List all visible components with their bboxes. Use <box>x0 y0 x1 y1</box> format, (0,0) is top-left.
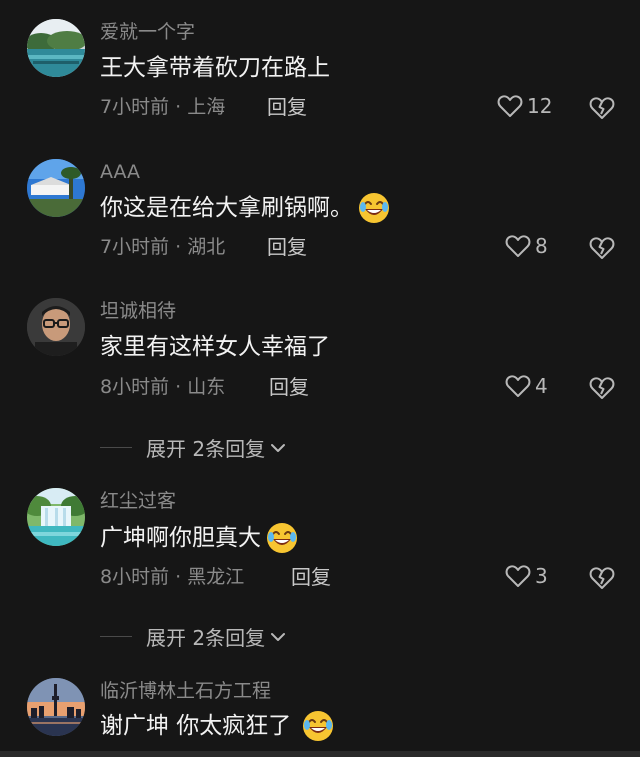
like-button[interactable]: 4 <box>505 374 548 398</box>
user-avatar[interactable] <box>27 19 85 77</box>
comment-text: 家里有这样女人幸福了 <box>100 332 330 362</box>
comment-meta: 7小时前 · 上海 <box>100 96 226 118</box>
expand-replies-button[interactable]: 展开 2条回复 <box>100 433 287 462</box>
city-tower-avatar-icon <box>27 678 85 736</box>
heart-outline-icon <box>497 95 523 117</box>
broken-heart-icon <box>589 567 615 589</box>
dislike-button[interactable] <box>589 96 615 124</box>
like-button[interactable]: 8 <box>505 234 548 258</box>
comment-text: 广坤啊你胆真大 <box>100 521 299 555</box>
comment-text-content: 广坤啊你胆真大 <box>100 525 261 551</box>
broken-heart-icon <box>589 237 615 259</box>
expand-replies-label: 展开 2条回复 <box>146 626 266 650</box>
like-button[interactable]: 12 <box>497 94 552 118</box>
heart-outline-icon <box>505 235 531 257</box>
comment-text: 你这是在给大拿刷锅啊。 <box>100 191 391 225</box>
like-button[interactable]: 3 <box>505 564 548 588</box>
comment-list-page: 爱就一个字 王大拿带着砍刀在路上 7小时前 · 上海 回复 12 AAA 你这是… <box>0 0 640 757</box>
heart-outline-icon <box>505 375 531 397</box>
dislike-button[interactable] <box>589 566 615 594</box>
landscape-river-avatar-icon <box>27 19 85 77</box>
user-avatar[interactable] <box>27 159 85 217</box>
divider-line <box>100 447 132 448</box>
comment-username[interactable]: AAA <box>100 160 140 184</box>
comment-username[interactable]: 坦诚相待 <box>100 299 176 323</box>
comment-username[interactable]: 红尘过客 <box>100 489 176 513</box>
reply-button[interactable]: 回复 <box>267 95 307 119</box>
like-count: 3 <box>535 564 548 588</box>
comment-username[interactable]: 临沂博林土石方工程 <box>100 679 271 703</box>
like-count: 12 <box>527 94 553 118</box>
comment-text-content: 你这是在给大拿刷锅啊。 <box>100 195 353 221</box>
sky-building-avatar-icon <box>27 159 85 217</box>
expand-replies-button[interactable]: 展开 2条回复 <box>100 622 287 651</box>
user-avatar[interactable] <box>27 298 85 356</box>
comment-text: 王大拿带着砍刀在路上 <box>100 53 330 83</box>
comment-meta: 8小时前 · 山东 <box>100 376 226 398</box>
chevron-down-icon <box>271 632 286 641</box>
user-avatar[interactable] <box>27 678 85 736</box>
comment-text-content: 家里有这样女人幸福了 <box>100 334 330 360</box>
reply-button[interactable]: 回复 <box>291 565 331 589</box>
like-count: 4 <box>535 374 548 398</box>
expand-replies-label: 展开 2条回复 <box>146 437 266 461</box>
heart-outline-icon <box>505 565 531 587</box>
dislike-button[interactable] <box>589 236 615 264</box>
reply-button[interactable]: 回复 <box>267 235 307 259</box>
chevron-down-icon <box>271 443 286 452</box>
man-glasses-avatar-icon <box>27 298 85 356</box>
bottom-edge-bar <box>0 751 640 757</box>
comment-text: 谢广坤 你太疯狂了 <box>100 709 335 743</box>
comment-text-content: 王大拿带着砍刀在路上 <box>100 55 330 81</box>
user-avatar[interactable] <box>27 488 85 546</box>
like-count: 8 <box>535 234 548 258</box>
divider-line <box>100 636 132 637</box>
comment-meta: 8小时前 · 黑龙江 <box>100 566 245 588</box>
broken-heart-icon <box>589 377 615 399</box>
dislike-button[interactable] <box>589 376 615 404</box>
laughing-crying-emoji-icon <box>267 523 297 553</box>
comment-text-content: 谢广坤 你太疯狂了 <box>100 713 292 739</box>
laughing-crying-emoji-icon <box>359 193 389 223</box>
broken-heart-icon <box>589 97 615 119</box>
reply-button[interactable]: 回复 <box>269 375 309 399</box>
comment-meta: 7小时前 · 湖北 <box>100 236 226 258</box>
waterfall-avatar-icon <box>27 488 85 546</box>
comment-username[interactable]: 爱就一个字 <box>100 20 195 44</box>
laughing-crying-emoji-icon <box>303 711 334 741</box>
